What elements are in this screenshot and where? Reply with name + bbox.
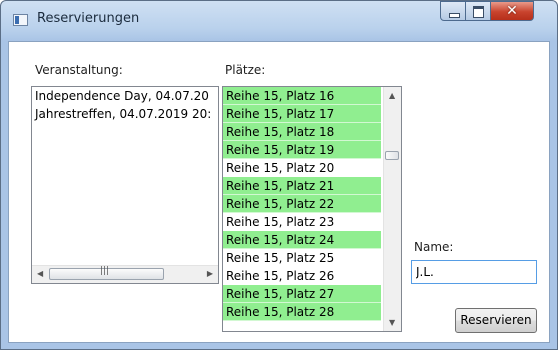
scroll-left-icon[interactable]: ◀: [37, 269, 43, 278]
reserve-button[interactable]: Reservieren: [455, 308, 537, 333]
window-icon: [13, 14, 28, 26]
app-window: Reservierungen ✕ Veranstaltung: Plätze: …: [0, 0, 558, 350]
close-icon: ✕: [506, 3, 518, 19]
minimize-icon: [449, 13, 460, 18]
scroll-thumb[interactable]: |||: [49, 266, 164, 280]
seat-item[interactable]: Reihe 15, Platz 27: [223, 285, 381, 303]
maximize-button[interactable]: [465, 1, 491, 21]
vertical-scrollbar[interactable]: ▲ ▼: [383, 87, 401, 331]
maximize-icon: [473, 6, 484, 18]
close-button[interactable]: ✕: [490, 1, 534, 21]
seat-item[interactable]: Reihe 15, Platz 18: [223, 123, 381, 141]
seat-item[interactable]: Reihe 15, Platz 17: [223, 105, 381, 123]
window-title: Reservierungen: [37, 11, 140, 26]
list-item[interactable]: Jahrestreffen, 04.07.2019 20:: [32, 105, 218, 123]
seat-item[interactable]: Reihe 15, Platz 19: [223, 141, 381, 159]
seat-item[interactable]: Reihe 15, Platz 22: [223, 195, 381, 213]
horizontal-scrollbar[interactable]: ◀ ||| ▶: [32, 265, 218, 283]
scroll-right-icon[interactable]: ▶: [207, 269, 213, 278]
title-bar[interactable]: Reservierungen ✕: [1, 1, 557, 41]
list-item[interactable]: Independence Day, 04.07.20: [32, 87, 218, 105]
seat-item[interactable]: Reihe 15, Platz 25: [223, 249, 381, 267]
seat-item[interactable]: Reihe 15, Platz 26: [223, 267, 381, 285]
minimize-button[interactable]: [440, 1, 466, 21]
scroll-thumb[interactable]: [385, 151, 399, 160]
seat-item[interactable]: Reihe 15, Platz 23: [223, 213, 381, 231]
client-area: Veranstaltung: Plätze: Independence Day,…: [8, 41, 550, 343]
seat-item[interactable]: Reihe 15, Platz 28: [223, 303, 381, 321]
scroll-down-icon[interactable]: ▼: [389, 318, 395, 327]
seat-item[interactable]: Reihe 15, Platz 24: [223, 231, 381, 249]
grip-icon: |||: [100, 266, 110, 276]
seats-label: Plätze:: [225, 63, 266, 77]
seat-item[interactable]: Reihe 15, Platz 16: [223, 87, 381, 105]
name-input[interactable]: [411, 260, 537, 284]
seats-list[interactable]: Reihe 15, Platz 16 Reihe 15, Platz 17 Reih…: [222, 86, 402, 332]
seat-item[interactable]: Reihe 15, Platz 21: [223, 177, 381, 195]
seat-item[interactable]: Reihe 15, Platz 20: [223, 159, 381, 177]
name-label: Name:: [414, 240, 454, 254]
scroll-up-icon[interactable]: ▲: [389, 91, 395, 100]
events-label: Veranstaltung:: [35, 63, 123, 77]
events-list[interactable]: Independence Day, 04.07.20 Jahrestreffen…: [31, 86, 219, 284]
